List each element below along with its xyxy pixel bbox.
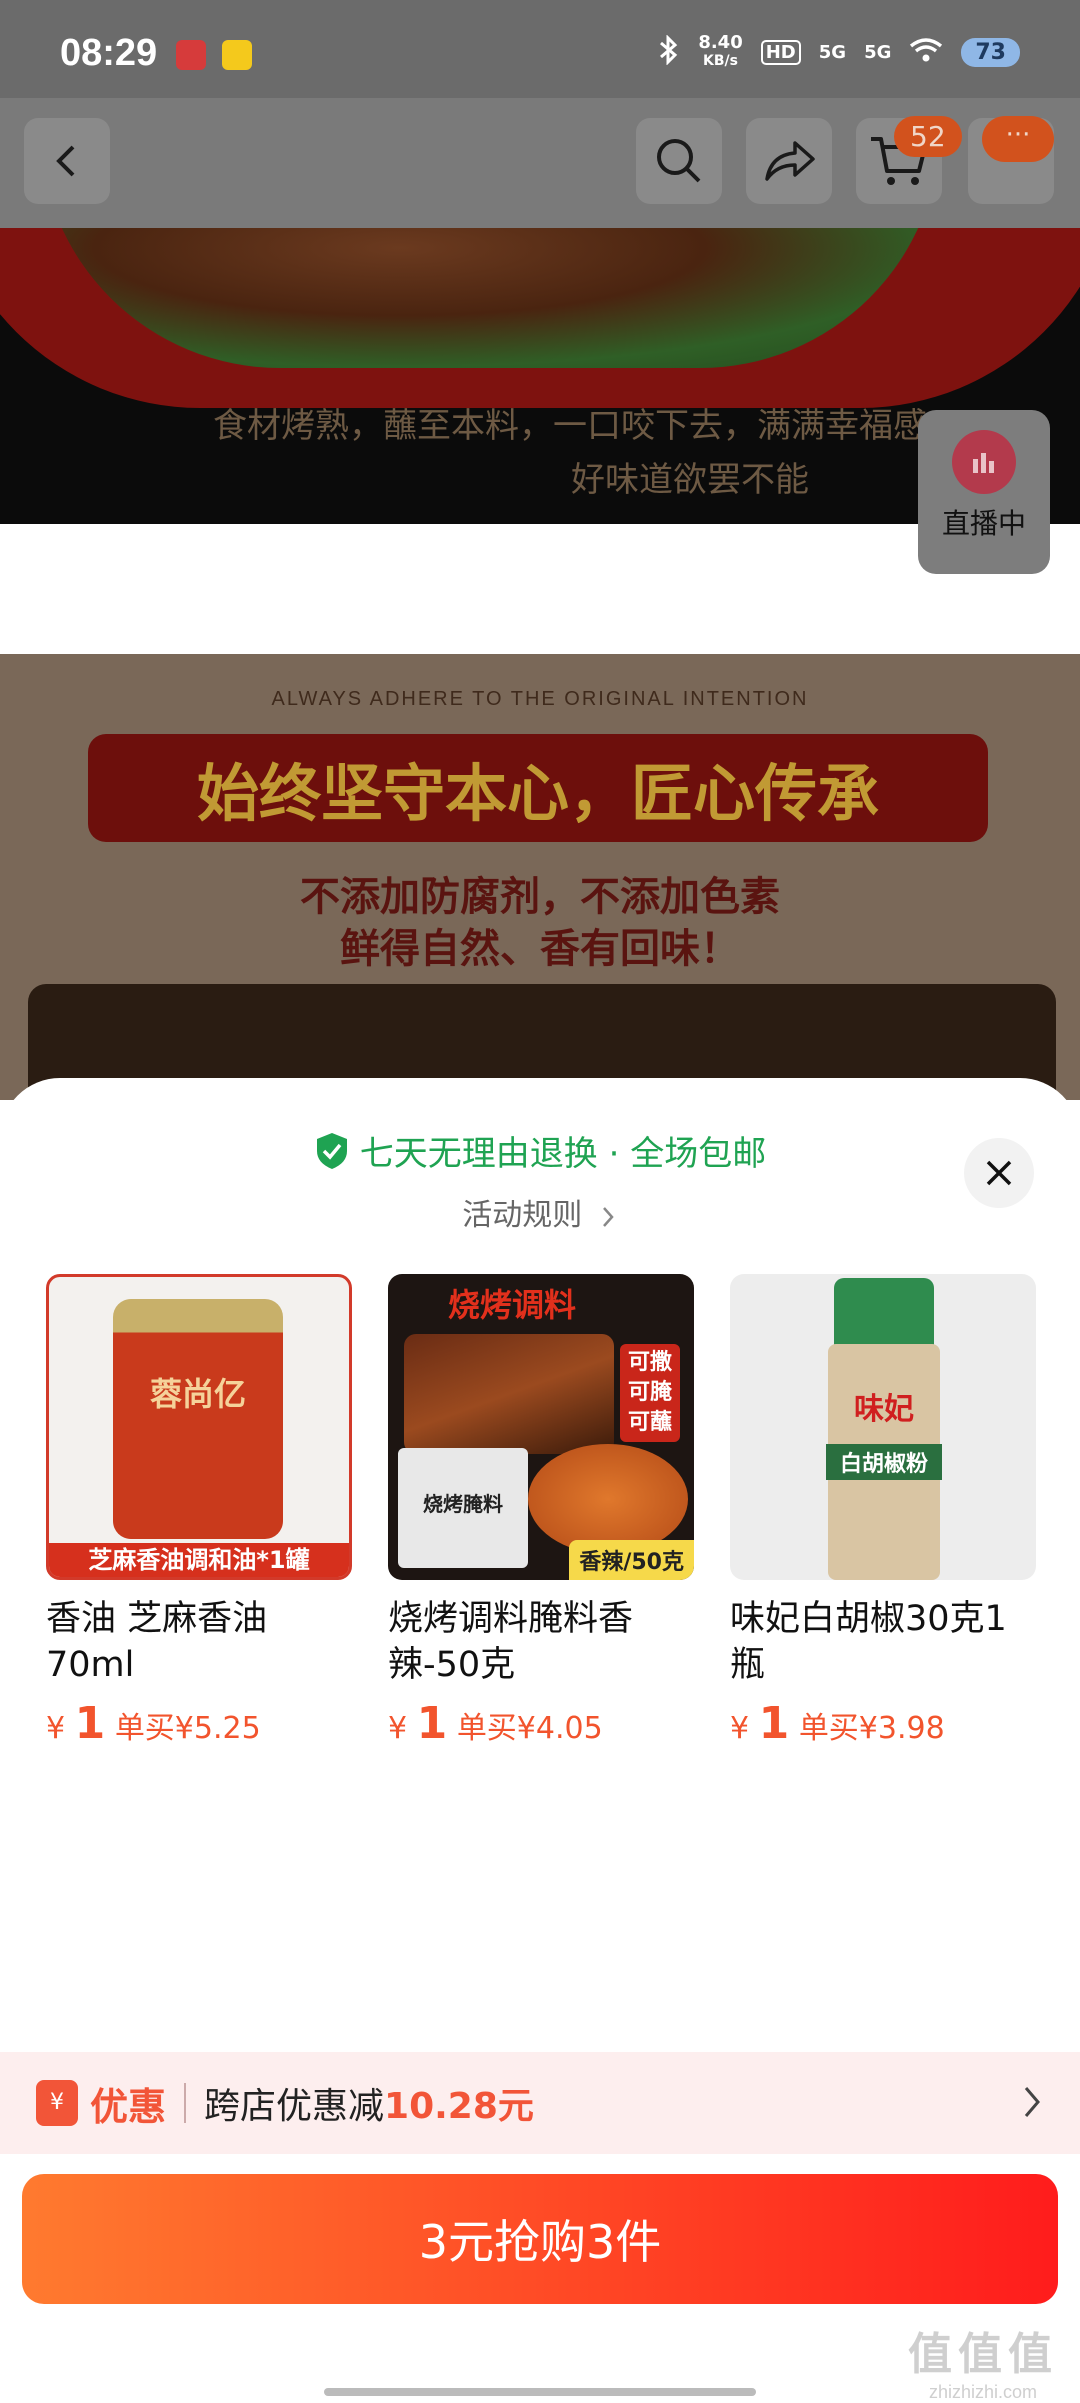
brand-banner: ALWAYS ADHERE TO THE ORIGINAL INTENTION … (0, 654, 1080, 1100)
divider (184, 2083, 187, 2123)
product-image: 蓉尚亿 芝麻香油调和油*1罐 (46, 1274, 352, 1580)
search-icon (657, 139, 701, 183)
currency-symbol: ¥ (46, 1711, 66, 1746)
buy-bundle-button[interactable]: 3元抢购3件 (22, 2174, 1058, 2304)
signal-1-icon: 5G (818, 41, 847, 63)
product-card[interactable]: 蓉尚亿 芝麻香油调和油*1罐 香油 芝麻香油70ml ¥ 1 单买¥5.25 (46, 1274, 352, 1749)
currency-symbol: ¥ (388, 1711, 408, 1746)
close-button[interactable] (964, 1138, 1034, 1208)
guarantee-line: 七天无理由退换 · 全场包邮 (0, 1126, 1080, 1175)
sesame-oil-jar: 蓉尚亿 (113, 1299, 283, 1539)
live-stream-button[interactable]: 直播中 (918, 410, 1050, 574)
product-image-badge: 香辣/50克 (569, 1540, 694, 1580)
deal-price: 1 (416, 1698, 448, 1749)
single-price: 单买¥3.98 (798, 1711, 945, 1746)
product-image-strip: 芝麻香油调和油*1罐 (49, 1543, 349, 1577)
single-price: 单买¥4.05 (456, 1711, 603, 1746)
activity-rules-link[interactable]: 活动规则 (0, 1190, 1080, 1234)
product-name: 味妃白胡椒30克1瓶 (730, 1599, 1007, 1685)
net-speed: 8.40 KB/s (698, 32, 743, 70)
deal-price: 1 (758, 1698, 790, 1749)
chevron-right-icon (602, 1206, 614, 1227)
product-price: ¥ 1 单买¥4.05 (388, 1698, 694, 1749)
product-price: ¥ 1 单买¥5.25 (46, 1698, 352, 1749)
more-icon[interactable]: ··· (982, 116, 1054, 162)
status-bar: 08:29 8.40 KB/s HD 5G 5G 73 (0, 0, 1080, 98)
status-indicators: 8.40 KB/s HD 5G 5G 73 (658, 34, 1020, 70)
discount-label: 优惠 (90, 2084, 167, 2129)
product-name: 香油 芝麻香油70ml (46, 1599, 268, 1685)
discount-text: 跨店优惠减 (204, 2086, 385, 2127)
share-button[interactable] (746, 118, 832, 204)
wifi-icon (909, 37, 943, 68)
product-image-title: 烧烤调料 (448, 1286, 577, 1324)
single-price: 单买¥5.25 (114, 1711, 261, 1746)
discount-amount: 10.28元 (384, 2086, 534, 2127)
banner-sub-line2: 鲜得自然、香有回味！ (340, 925, 740, 972)
close-icon (986, 1160, 1012, 1186)
activity-rules-label: 活动规则 (462, 1198, 583, 1233)
product-name: 烧烤调料腌料香辣-50克 (388, 1599, 634, 1685)
watermark-logo: 值值值 (908, 2329, 1058, 2380)
bluetooth-icon (658, 33, 680, 70)
coupon-icon: ¥ (36, 2080, 78, 2126)
hd-icon: HD (760, 39, 801, 65)
guarantee-text: 七天无理由退换 · 全场包邮 (359, 1134, 767, 1174)
banner-ribbon: 始终坚守本心，匠心传承 (88, 734, 988, 842)
banner-sub-line1: 不添加防腐剂，不添加色素 (300, 873, 780, 920)
product-image-brand: 味妃 (854, 1392, 914, 1427)
powder-image (528, 1444, 688, 1554)
home-indicator[interactable] (324, 2388, 756, 2396)
product-image-pack: 烧烤腌料 (398, 1448, 528, 1568)
product-detail-page: 52 ··· 食材烤熟，蘸至本料，一口咬下去，满满幸福感 好味道欲罢不能 ALW… (0, 98, 1080, 1100)
watermark: 值值值 zhizhizhi.com (908, 2318, 1058, 2403)
product-image-brand: 蓉尚亿 (149, 1375, 246, 1413)
product-image-label: 白胡椒粉 (826, 1444, 942, 1480)
product-card[interactable]: 烧烤调料 可撒可腌可蘸 烧烤腌料 香辣/50克 烧烤调料腌料香辣-50克 ¥ 1… (388, 1274, 694, 1749)
share-icon (765, 141, 815, 181)
battery-indicator: 73 (961, 37, 1020, 67)
product-image: 烧烤调料 可撒可腌可蘸 烧烤腌料 香辣/50克 (388, 1274, 694, 1580)
notification-app-icon (222, 40, 252, 70)
live-label: 直播中 (941, 507, 1026, 540)
back-arrow-icon (56, 145, 75, 177)
chevron-right-icon (1024, 2087, 1040, 2117)
product-price: ¥ 1 单买¥3.98 (730, 1698, 1036, 1749)
product-card[interactable]: 味妃 白胡椒粉 味妃白胡椒30克1瓶 ¥ 1 单买¥3.98 (730, 1274, 1036, 1749)
banner-english-tagline: ALWAYS ADHERE TO THE ORIGINAL INTENTION (271, 688, 809, 710)
shield-check-icon (316, 1132, 347, 1169)
signal-2-icon: 5G (864, 41, 892, 63)
bottle-cap (834, 1278, 934, 1348)
status-time: 08:29 (60, 32, 158, 74)
skewers-image (404, 1334, 614, 1454)
back-button[interactable] (24, 118, 110, 204)
live-icon (952, 430, 1016, 494)
search-button[interactable] (636, 118, 722, 204)
netease-music-icon (176, 40, 206, 70)
currency-symbol: ¥ (730, 1711, 750, 1746)
cart-count-badge: 52 (894, 116, 962, 157)
discount-bar[interactable]: ¥ 优惠 跨店优惠减 10.28元 (0, 2052, 1080, 2154)
product-image: 味妃 白胡椒粉 (730, 1274, 1036, 1580)
deal-price: 1 (74, 1698, 106, 1749)
product-image-tag: 可撒可腌可蘸 (620, 1344, 680, 1442)
